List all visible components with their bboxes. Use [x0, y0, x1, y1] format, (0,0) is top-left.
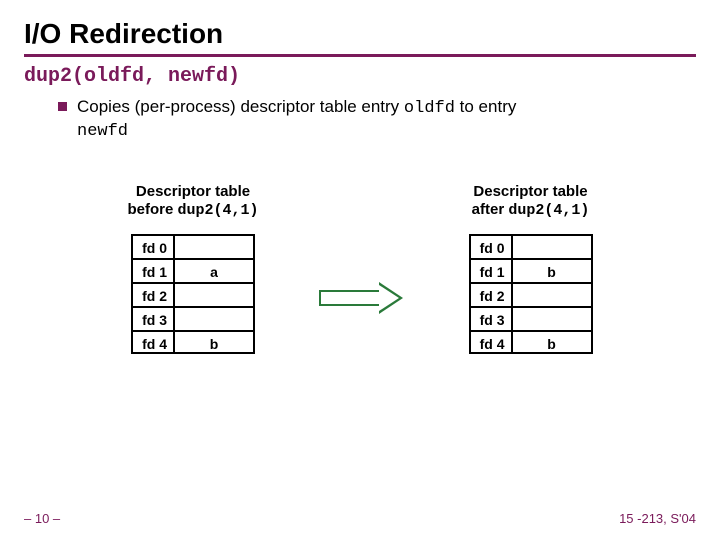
bullet-mid: to entry	[455, 97, 516, 116]
fd-cell	[513, 282, 593, 306]
fd-label: fd 2	[469, 282, 513, 306]
table-row: fd 2	[131, 282, 255, 306]
after-table-block: Descriptor table after dup2(4,1) fd 0 fd…	[469, 183, 593, 354]
before-caption: Descriptor table before dup2(4,1)	[127, 183, 258, 220]
table-row: fd 1b	[469, 258, 593, 282]
after-caption: Descriptor table after dup2(4,1)	[469, 183, 593, 220]
bullet-icon	[58, 102, 67, 111]
bullet-pre: Copies (per-process) descriptor table en…	[77, 97, 404, 116]
table-row: fd 3	[469, 306, 593, 330]
arrow-icon	[319, 284, 409, 312]
fd-label: fd 1	[131, 258, 175, 282]
fd-label: fd 0	[469, 234, 513, 258]
bullet-item: Copies (per-process) descriptor table en…	[0, 88, 720, 143]
fd-cell: b	[175, 330, 255, 354]
fd-label: fd 3	[469, 306, 513, 330]
slide-title: I/O Redirection	[0, 0, 720, 52]
fd-label: fd 4	[469, 330, 513, 354]
slide-number: – 10 –	[24, 511, 60, 526]
before-table-block: Descriptor table before dup2(4,1) fd 0 f…	[127, 183, 258, 354]
bullet-mono-newfd: newfd	[77, 122, 128, 141]
after-caption-line1: Descriptor table	[473, 183, 587, 200]
table-row: fd 0	[469, 234, 593, 258]
before-caption-mono: dup2(4,1)	[178, 202, 259, 219]
fd-label: fd 2	[131, 282, 175, 306]
fd-cell: b	[513, 258, 593, 282]
fd-cell: a	[175, 258, 255, 282]
diagram-area: Descriptor table before dup2(4,1) fd 0 f…	[0, 183, 720, 354]
table-row: fd 1a	[131, 258, 255, 282]
table-row: fd 3	[131, 306, 255, 330]
fd-cell	[175, 234, 255, 258]
table-row: fd 4b	[469, 330, 593, 354]
fd-label: fd 0	[131, 234, 175, 258]
fd-label: fd 3	[131, 306, 175, 330]
course-label: 15 -213, S'04	[619, 511, 696, 526]
fd-label: fd 4	[131, 330, 175, 354]
before-table: fd 0 fd 1a fd 2 fd 3 fd 4b	[131, 234, 255, 354]
bullet-mono-oldfd: oldfd	[404, 99, 455, 118]
table-row: fd 2	[469, 282, 593, 306]
before-caption-line1: Descriptor table	[136, 183, 250, 200]
fd-cell	[513, 234, 593, 258]
bullet-text: Copies (per-process) descriptor table en…	[77, 96, 516, 143]
after-table: fd 0 fd 1b fd 2 fd 3 fd 4b	[469, 234, 593, 354]
function-signature: dup2(oldfd, newfd)	[0, 57, 720, 88]
fd-cell	[175, 282, 255, 306]
before-caption-pre: before	[127, 201, 177, 218]
fd-cell	[513, 306, 593, 330]
table-row: fd 4b	[131, 330, 255, 354]
after-caption-mono: dup2(4,1)	[508, 202, 589, 219]
fd-label: fd 1	[469, 258, 513, 282]
table-row: fd 0	[131, 234, 255, 258]
fd-cell	[175, 306, 255, 330]
after-caption-pre: after	[472, 201, 509, 218]
fd-cell: b	[513, 330, 593, 354]
